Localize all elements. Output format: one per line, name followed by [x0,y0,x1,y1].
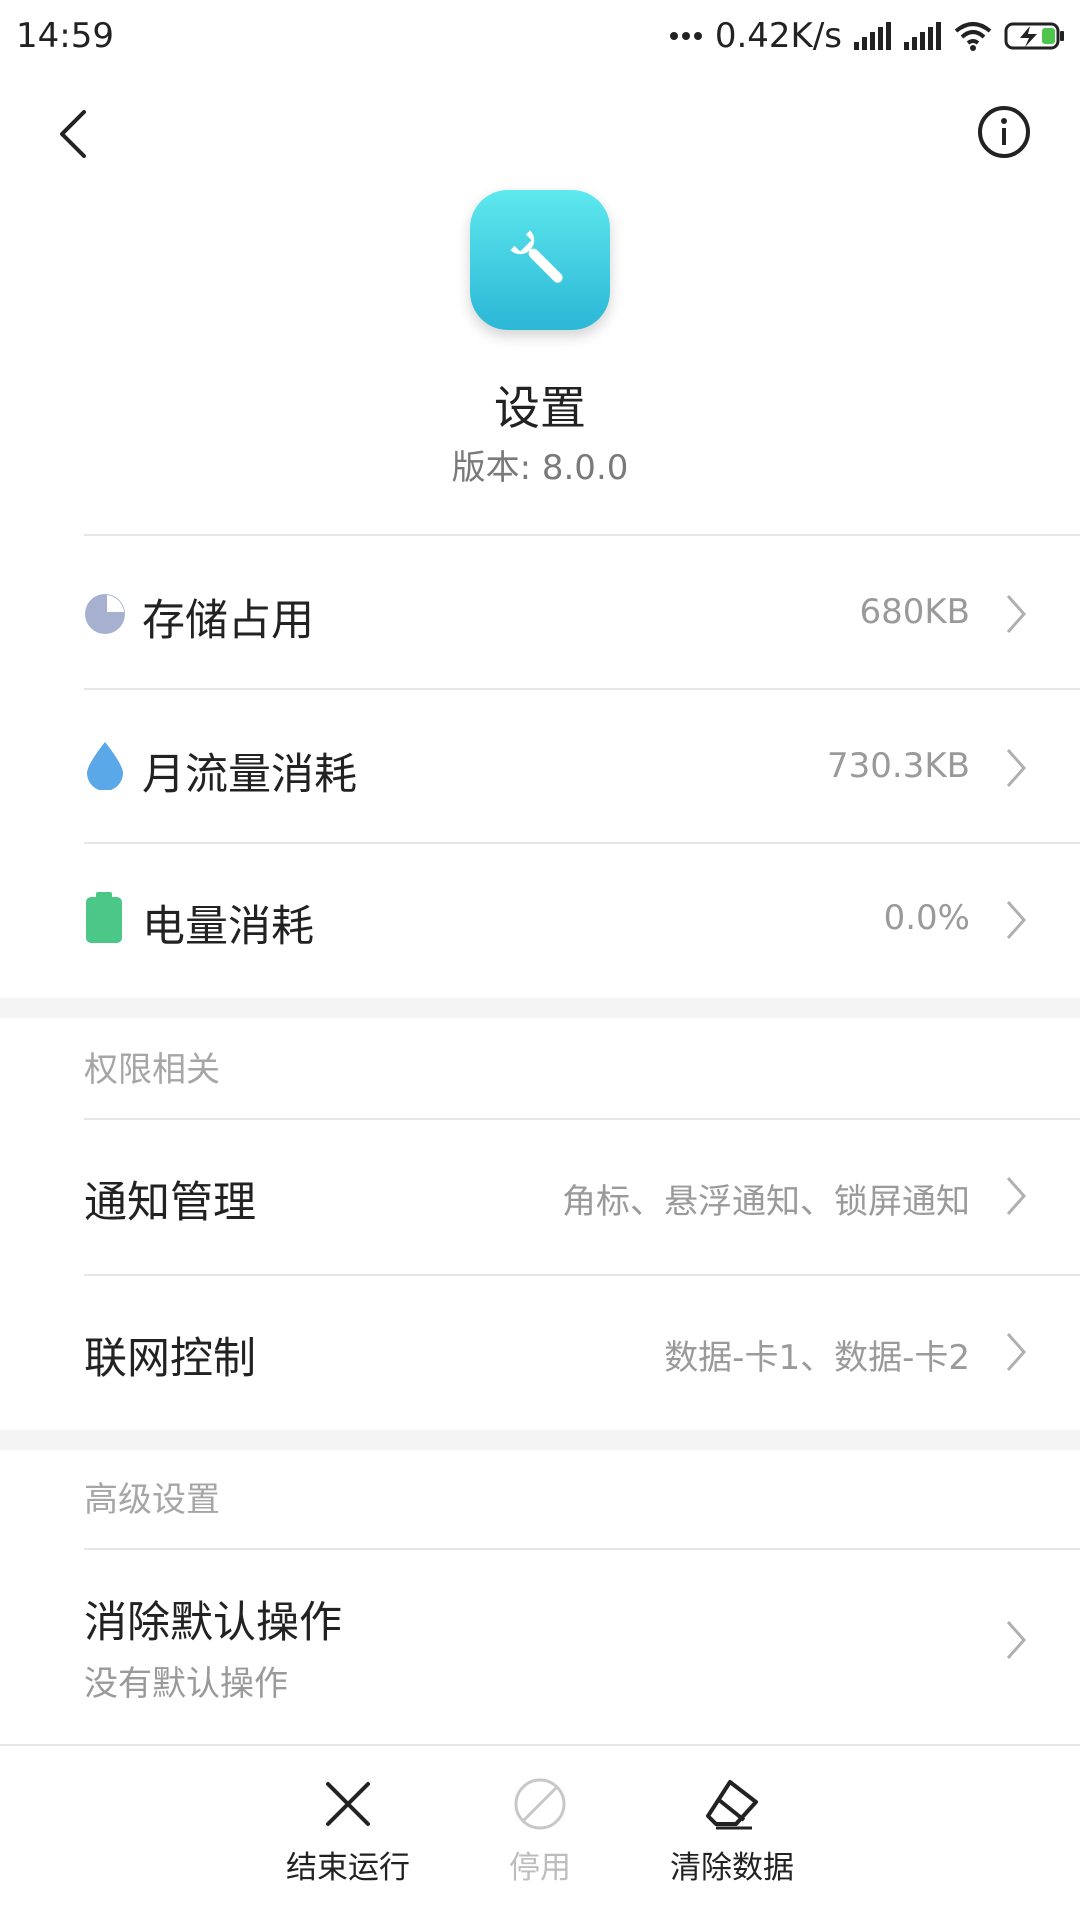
status-time: 14:59 [16,16,114,56]
chevron-right-icon [1006,595,1027,633]
chevron-right-icon [1006,749,1027,787]
row-title: 通知管理 [84,1178,256,1228]
signal-icon [854,22,891,50]
signal-icon [904,22,941,50]
row-value: 680KB [859,592,970,632]
info-icon [978,106,1030,158]
status-icons: 0.42K/s [669,14,1066,58]
status-bar: 14:59 0.42K/s [0,0,1080,74]
chevron-right-icon [1006,1333,1027,1371]
top-bar [0,74,1080,190]
clear-data-label: 清除数据 [670,1850,794,1886]
clear-defaults-row[interactable]: 消除默认操作 没有默认操作 [0,1550,1080,1730]
eraser-icon [706,1780,758,1830]
back-button[interactable] [46,104,106,164]
back-arrow-icon [60,110,86,158]
chevron-right-icon [1006,901,1027,939]
row-title: 存储占用 [142,596,314,646]
wrench-icon [510,230,563,283]
battery-icon [86,892,122,943]
section-label-advanced: 高级设置 [84,1480,220,1520]
app-version: 版本: 8.0.0 [451,448,629,488]
app-icon [470,190,610,330]
chevron-right-icon [1006,1621,1027,1659]
notification-management-row[interactable]: 通知管理 角标、悬浮通知、锁屏通知 [0,1120,1080,1274]
pie-chart-icon [85,594,125,634]
row-value: 0.0% [883,898,970,938]
disable-button[interactable]: 停用 [460,1766,620,1887]
data-usage-row[interactable]: 月流量消耗 730.3KB [0,690,1080,846]
info-button[interactable] [974,102,1034,162]
force-stop-button[interactable]: 结束运行 [268,1766,428,1887]
row-value: 730.3KB [827,746,970,786]
row-value: 角标、悬浮通知、锁屏通知 [562,1182,970,1222]
more-dots-icon [669,32,702,40]
section-gap [0,998,1080,1018]
chevron-right-icon [1006,1177,1027,1215]
row-title: 电量消耗 [142,902,314,952]
network-speed: 0.42K/s [714,16,842,56]
wifi-icon [954,22,992,51]
row-subtitle: 没有默认操作 [84,1664,288,1704]
row-title: 月流量消耗 [142,750,357,800]
bottom-action-bar: 结束运行 停用 清除数据 [0,1744,1080,1922]
row-value: 数据-卡1、数据-卡2 [664,1338,970,1378]
storage-row[interactable]: 存储占用 680KB [0,536,1080,692]
section-gap [0,1430,1080,1450]
app-name: 设置 [494,381,586,435]
battery-charging-icon [1004,22,1064,50]
row-title: 联网控制 [84,1334,256,1384]
clear-data-button[interactable]: 清除数据 [652,1766,812,1887]
disabled-circle-icon [514,1778,566,1830]
force-stop-label: 结束运行 [286,1850,410,1886]
battery-usage-row[interactable]: 电量消耗 0.0% [0,844,1080,998]
section-label-permissions: 权限相关 [84,1050,220,1090]
row-title: 消除默认操作 [84,1598,342,1648]
close-x-icon [326,1782,370,1826]
water-drop-icon [87,742,123,790]
disable-label: 停用 [509,1850,571,1886]
network-control-row[interactable]: 联网控制 数据-卡1、数据-卡2 [0,1276,1080,1430]
